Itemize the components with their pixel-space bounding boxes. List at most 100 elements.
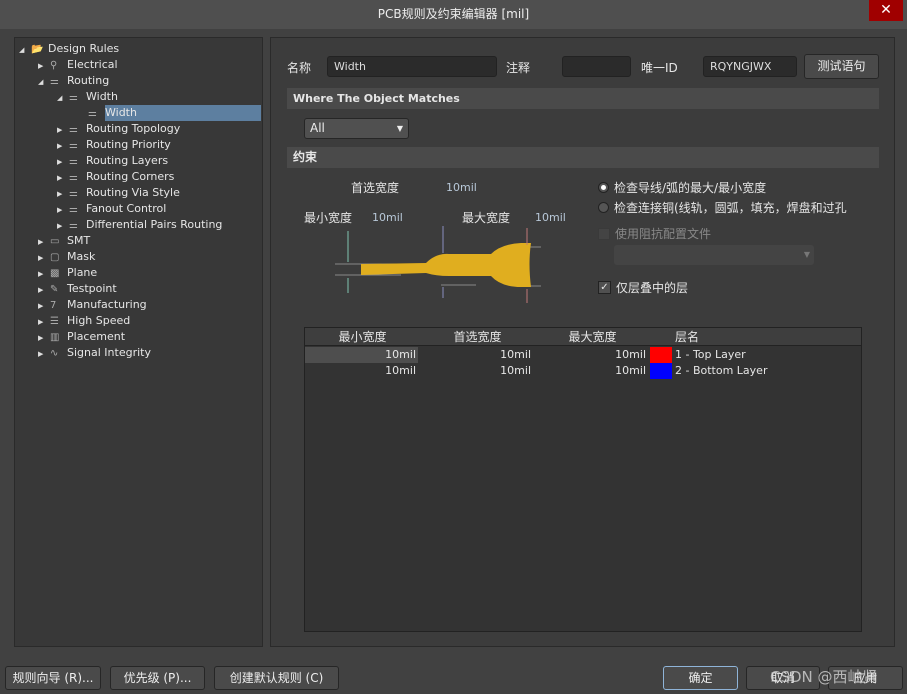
- header-preferred-width[interactable]: 首选宽度: [420, 328, 535, 346]
- tree-item[interactable]: ▶ ▢ Mask: [38, 249, 95, 265]
- priorities-button[interactable]: 优先级 (P)...: [110, 666, 205, 690]
- expand-icon[interactable]: ▶: [57, 202, 69, 218]
- radio-check-connected-copper[interactable]: 检查连接铜(线轨，圆弧，填充，焊盘和过孔: [598, 199, 847, 216]
- cell-max[interactable]: 10mil: [535, 347, 648, 363]
- table-row[interactable]: 10mil 10mil 10mil 1 - Top Layer: [305, 347, 861, 363]
- expand-icon[interactable]: ▶: [38, 314, 50, 330]
- name-label: 名称: [287, 61, 312, 75]
- header-max-width[interactable]: 最大宽度: [535, 328, 650, 346]
- expand-icon[interactable]: ▶: [57, 154, 69, 170]
- checkbox[interactable]: [598, 227, 610, 240]
- name-input[interactable]: Width: [327, 56, 497, 77]
- title-bar: PCB规则及约束编辑器 [mil]: [0, 0, 907, 29]
- tree-item[interactable]: ▶ ⚲ Electrical: [38, 57, 118, 73]
- expand-icon[interactable]: ▶: [38, 250, 50, 266]
- cell-pref[interactable]: 10mil: [420, 363, 533, 379]
- tree-item[interactable]: ▶ ⚌ Routing Layers: [57, 153, 168, 169]
- routing-icon: ⚌: [88, 108, 97, 119]
- tree-item[interactable]: ▶ ✎ Testpoint: [38, 281, 117, 297]
- collapse-icon[interactable]: ◢: [57, 90, 69, 106]
- tree-item-label: Fanout Control: [86, 202, 167, 215]
- expand-icon[interactable]: ▶: [38, 298, 50, 314]
- close-icon: ✕: [880, 2, 892, 18]
- routing-icon: ⚌: [69, 140, 78, 151]
- close-button[interactable]: ✕: [869, 0, 903, 21]
- tree-item-label: SMT: [67, 234, 91, 247]
- tree-item[interactable]: ▶ ▩ Plane: [38, 265, 97, 281]
- ok-button[interactable]: 确定: [663, 666, 738, 690]
- id-label: 唯一ID: [641, 61, 678, 75]
- design-rules-folder-icon: 📂: [31, 44, 44, 55]
- radio1-label: 检查导线/弧的最大/最小宽度: [614, 181, 767, 195]
- expand-icon[interactable]: ▶: [57, 218, 69, 234]
- testpoint-icon: ✎: [50, 284, 59, 295]
- header-min-width[interactable]: 最小宽度: [305, 328, 420, 346]
- radio-button-selected[interactable]: [598, 182, 609, 193]
- expand-icon[interactable]: ▶: [38, 282, 50, 298]
- create-default-rules-button[interactable]: 创建默认规则 (C): [214, 666, 339, 690]
- tree-item[interactable]: ▶ ⚌ Fanout Control: [57, 201, 166, 217]
- manufacturing-icon: 7: [50, 300, 57, 311]
- tree-item-label: High Speed: [67, 314, 131, 327]
- tree-item[interactable]: ▶ ⚌ Differential Pairs Routing: [57, 217, 222, 233]
- plane-icon: ▩: [50, 268, 60, 279]
- cell-min[interactable]: 10mil: [305, 347, 418, 363]
- tree-item[interactable]: ▶ ∿ Signal Integrity: [38, 345, 151, 361]
- expand-icon[interactable]: ▶: [38, 266, 50, 282]
- tree-item[interactable]: ⚌ Width: [76, 105, 261, 121]
- cell-pref[interactable]: 10mil: [420, 347, 533, 363]
- radio-check-track-width[interactable]: 检查导线/弧的最大/最小宽度: [598, 179, 766, 196]
- tree-item-label: Electrical: [67, 58, 118, 71]
- routing-icon: ⚌: [50, 76, 59, 87]
- cell-max[interactable]: 10mil: [535, 363, 648, 379]
- impedance-profile-select[interactable]: ▼: [614, 245, 814, 265]
- tree-item[interactable]: ▶ ⚌ Routing Corners: [57, 169, 174, 185]
- stack-only-checkbox[interactable]: ✓ 仅层叠中的层: [598, 279, 688, 296]
- electrical-icon: ⚲: [50, 60, 58, 71]
- check-icon[interactable]: ✓: [598, 281, 611, 294]
- constraints-header: 约束: [287, 147, 879, 168]
- chevron-down-icon: ▼: [803, 250, 810, 259]
- tree-item[interactable]: ◢ ⚌ Width: [57, 89, 118, 105]
- expand-icon[interactable]: ▶: [57, 170, 69, 186]
- comment-input[interactable]: [562, 56, 631, 77]
- cell-min[interactable]: 10mil: [305, 363, 418, 379]
- collapse-icon[interactable]: ◢: [19, 42, 31, 58]
- tree-item[interactable]: ▶ ☰ High Speed: [38, 313, 130, 329]
- rule-wizard-button[interactable]: 规则向导 (R)...: [5, 666, 101, 690]
- impedance-checkbox[interactable]: 使用阻抗配置文件: [598, 225, 711, 242]
- expand-icon[interactable]: ▶: [38, 234, 50, 250]
- tree-item[interactable]: ▶ 7 Manufacturing: [38, 297, 147, 313]
- routing-icon: ⚌: [69, 172, 78, 183]
- cell-layer-name: 2 - Bottom Layer: [675, 364, 768, 377]
- collapse-icon[interactable]: ◢: [38, 74, 50, 90]
- radio-button[interactable]: [598, 202, 609, 213]
- expand-icon[interactable]: ▶: [38, 330, 50, 346]
- match-select[interactable]: All ▼: [304, 118, 409, 139]
- expand-icon[interactable]: ▶: [38, 346, 50, 362]
- tree-item-label: Plane: [67, 266, 98, 279]
- tree-item[interactable]: ▶ ▭ SMT: [38, 233, 90, 249]
- cell-layer-name: 1 - Top Layer: [675, 348, 746, 361]
- expand-icon[interactable]: ▶: [57, 122, 69, 138]
- tree-item[interactable]: ◢ ⚌ Routing: [38, 73, 109, 89]
- placement-icon: ▥: [50, 332, 60, 343]
- tree-item[interactable]: ▶ ⚌ Routing Topology: [57, 121, 180, 137]
- tree-item[interactable]: ◢ 📂 Design Rules: [19, 41, 119, 57]
- expand-icon[interactable]: ▶: [57, 186, 69, 202]
- tree-item-label: Routing Priority: [86, 138, 171, 151]
- header-layer-name[interactable]: 层名: [675, 328, 699, 346]
- tree-item[interactable]: ▶ ⚌ Routing Via Style: [57, 185, 180, 201]
- tree-item-label: Routing Layers: [86, 154, 169, 167]
- table-row[interactable]: 10mil 10mil 10mil 2 - Bottom Layer: [305, 363, 861, 379]
- expand-icon[interactable]: ▶: [38, 58, 50, 74]
- test-query-button[interactable]: 测试语句: [804, 54, 879, 79]
- preferred-width-value[interactable]: 10mil: [446, 181, 477, 194]
- tree-item-label: Manufacturing: [67, 298, 147, 311]
- tree-item[interactable]: ▶ ⚌ Routing Priority: [57, 137, 171, 153]
- tree-item[interactable]: ▶ ▥ Placement: [38, 329, 125, 345]
- expand-icon[interactable]: ▶: [57, 138, 69, 154]
- routing-icon: ⚌: [69, 124, 78, 135]
- smt-icon: ▭: [50, 236, 60, 247]
- id-input[interactable]: RQYNGJWX: [703, 56, 797, 77]
